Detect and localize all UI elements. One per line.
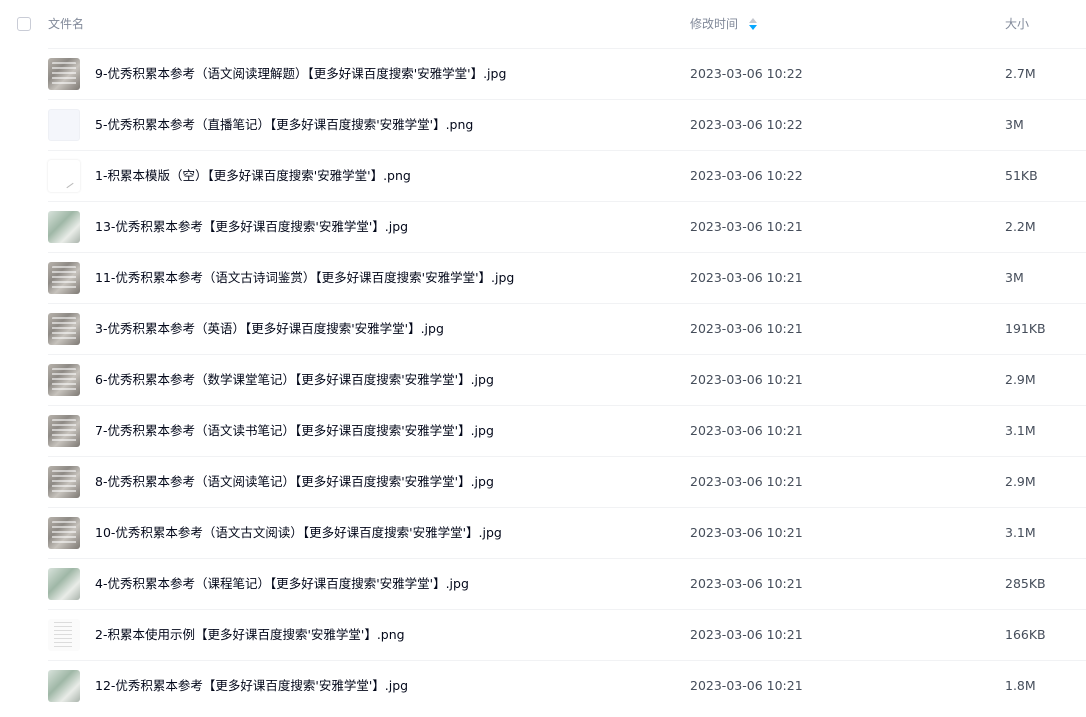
file-name[interactable]: 12-优秀积累本参考【更多好课百度搜索'安雅学堂'】.jpg <box>95 678 408 693</box>
file-list: 9-优秀积累本参考（语文阅读理解题）【更多好课百度搜索'安雅学堂'】.jpg 20… <box>0 48 1086 711</box>
row-divider <box>48 507 1086 508</box>
file-thumbnail[interactable] <box>48 670 80 702</box>
file-size: 285KB <box>1005 576 1046 591</box>
file-size: 2.9M <box>1005 474 1036 489</box>
file-name[interactable]: 13-优秀积累本参考【更多好课百度搜索'安雅学堂'】.jpg <box>95 219 408 234</box>
file-row[interactable]: 11-优秀积累本参考（语文古诗词鉴赏）【更多好课百度搜索'安雅学堂'】.jpg 2… <box>0 252 1086 303</box>
file-name[interactable]: 10-优秀积累本参考（语文古文阅读）【更多好课百度搜索'安雅学堂'】.jpg <box>95 525 502 540</box>
row-divider <box>48 303 1086 304</box>
file-thumbnail[interactable] <box>48 262 80 294</box>
select-all-checkbox[interactable] <box>17 17 31 31</box>
file-thumbnail[interactable] <box>48 364 80 396</box>
file-modified-time: 2023-03-06 10:21 <box>690 474 803 489</box>
row-divider <box>48 354 1086 355</box>
file-name[interactable]: 7-优秀积累本参考（语文读书笔记）【更多好课百度搜索'安雅学堂'】.jpg <box>95 423 494 438</box>
file-thumbnail[interactable] <box>48 109 80 141</box>
row-divider <box>48 48 1086 49</box>
file-name[interactable]: 11-优秀积累本参考（语文古诗词鉴赏）【更多好课百度搜索'安雅学堂'】.jpg <box>95 270 514 285</box>
row-divider <box>48 456 1086 457</box>
file-row[interactable]: 4-优秀积累本参考（课程笔记）【更多好课百度搜索'安雅学堂'】.jpg 2023-… <box>0 558 1086 609</box>
file-row[interactable]: 6-优秀积累本参考（数学课堂笔记）【更多好课百度搜索'安雅学堂'】.jpg 202… <box>0 354 1086 405</box>
row-divider <box>48 405 1086 406</box>
file-row[interactable]: 12-优秀积累本参考【更多好课百度搜索'安雅学堂'】.jpg 2023-03-06… <box>0 660 1086 711</box>
row-divider <box>48 201 1086 202</box>
file-modified-time: 2023-03-06 10:21 <box>690 627 803 642</box>
file-row[interactable]: 5-优秀积累本参考（直播笔记）【更多好课百度搜索'安雅学堂'】.png 2023-… <box>0 99 1086 150</box>
file-name[interactable]: 9-优秀积累本参考（语文阅读理解题）【更多好课百度搜索'安雅学堂'】.jpg <box>95 66 506 81</box>
file-name[interactable]: 3-优秀积累本参考（英语）【更多好课百度搜索'安雅学堂'】.jpg <box>95 321 444 336</box>
file-thumbnail[interactable] <box>48 160 80 192</box>
row-divider <box>48 150 1086 151</box>
file-modified-time: 2023-03-06 10:21 <box>690 576 803 591</box>
file-list-header: 文件名 修改时间 大小 <box>0 0 1086 48</box>
file-size: 3M <box>1005 117 1024 132</box>
file-modified-time: 2023-03-06 10:21 <box>690 321 803 336</box>
file-row[interactable]: 1-积累本模版（空）【更多好课百度搜索'安雅学堂'】.png 2023-03-06… <box>0 150 1086 201</box>
file-size: 2.2M <box>1005 219 1036 234</box>
file-size: 3.1M <box>1005 423 1036 438</box>
file-size: 3.1M <box>1005 525 1036 540</box>
file-thumbnail[interactable] <box>48 313 80 345</box>
file-row[interactable]: 7-优秀积累本参考（语文读书笔记）【更多好课百度搜索'安雅学堂'】.jpg 202… <box>0 405 1086 456</box>
file-modified-time: 2023-03-06 10:21 <box>690 372 803 387</box>
file-modified-time: 2023-03-06 10:22 <box>690 168 803 183</box>
file-row[interactable]: 2-积累本使用示例【更多好课百度搜索'安雅学堂'】.png 2023-03-06 … <box>0 609 1086 660</box>
file-thumbnail[interactable] <box>48 58 80 90</box>
file-thumbnail[interactable] <box>48 619 80 651</box>
file-thumbnail[interactable] <box>48 568 80 600</box>
file-thumbnail[interactable] <box>48 466 80 498</box>
file-modified-time: 2023-03-06 10:21 <box>690 678 803 693</box>
file-modified-time: 2023-03-06 10:22 <box>690 66 803 81</box>
file-row[interactable]: 10-优秀积累本参考（语文古文阅读）【更多好课百度搜索'安雅学堂'】.jpg 20… <box>0 507 1086 558</box>
file-size: 51KB <box>1005 168 1038 183</box>
file-row[interactable]: 13-优秀积累本参考【更多好课百度搜索'安雅学堂'】.jpg 2023-03-06… <box>0 201 1086 252</box>
file-name[interactable]: 1-积累本模版（空）【更多好课百度搜索'安雅学堂'】.png <box>95 168 411 183</box>
file-thumbnail[interactable] <box>48 517 80 549</box>
file-name[interactable]: 8-优秀积累本参考（语文阅读笔记）【更多好课百度搜索'安雅学堂'】.jpg <box>95 474 494 489</box>
file-modified-time: 2023-03-06 10:21 <box>690 525 803 540</box>
file-row[interactable]: 3-优秀积累本参考（英语）【更多好课百度搜索'安雅学堂'】.jpg 2023-03… <box>0 303 1086 354</box>
file-size: 3M <box>1005 270 1024 285</box>
file-thumbnail[interactable] <box>48 211 80 243</box>
file-size: 166KB <box>1005 627 1046 642</box>
file-size: 191KB <box>1005 321 1046 336</box>
file-thumbnail[interactable] <box>48 415 80 447</box>
file-name[interactable]: 6-优秀积累本参考（数学课堂笔记）【更多好课百度搜索'安雅学堂'】.jpg <box>95 372 494 387</box>
file-modified-time: 2023-03-06 10:22 <box>690 117 803 132</box>
file-name[interactable]: 2-积累本使用示例【更多好课百度搜索'安雅学堂'】.png <box>95 627 405 642</box>
file-modified-time: 2023-03-06 10:21 <box>690 423 803 438</box>
column-header-modified-time[interactable]: 修改时间 <box>690 17 738 31</box>
file-row[interactable]: 8-优秀积累本参考（语文阅读笔记）【更多好课百度搜索'安雅学堂'】.jpg 202… <box>0 456 1086 507</box>
sort-desc-icon[interactable] <box>748 17 758 31</box>
file-name[interactable]: 4-优秀积累本参考（课程笔记）【更多好课百度搜索'安雅学堂'】.jpg <box>95 576 469 591</box>
file-row[interactable]: 9-优秀积累本参考（语文阅读理解题）【更多好课百度搜索'安雅学堂'】.jpg 20… <box>0 48 1086 99</box>
row-divider <box>48 660 1086 661</box>
row-divider <box>48 252 1086 253</box>
file-modified-time: 2023-03-06 10:21 <box>690 219 803 234</box>
row-divider <box>48 609 1086 610</box>
file-modified-time: 2023-03-06 10:21 <box>690 270 803 285</box>
file-size: 1.8M <box>1005 678 1036 693</box>
file-size: 2.9M <box>1005 372 1036 387</box>
file-name[interactable]: 5-优秀积累本参考（直播笔记）【更多好课百度搜索'安雅学堂'】.png <box>95 117 473 132</box>
column-header-name[interactable]: 文件名 <box>48 17 84 31</box>
file-size: 2.7M <box>1005 66 1036 81</box>
column-header-size[interactable]: 大小 <box>1005 17 1029 31</box>
row-divider <box>48 99 1086 100</box>
row-divider <box>48 558 1086 559</box>
